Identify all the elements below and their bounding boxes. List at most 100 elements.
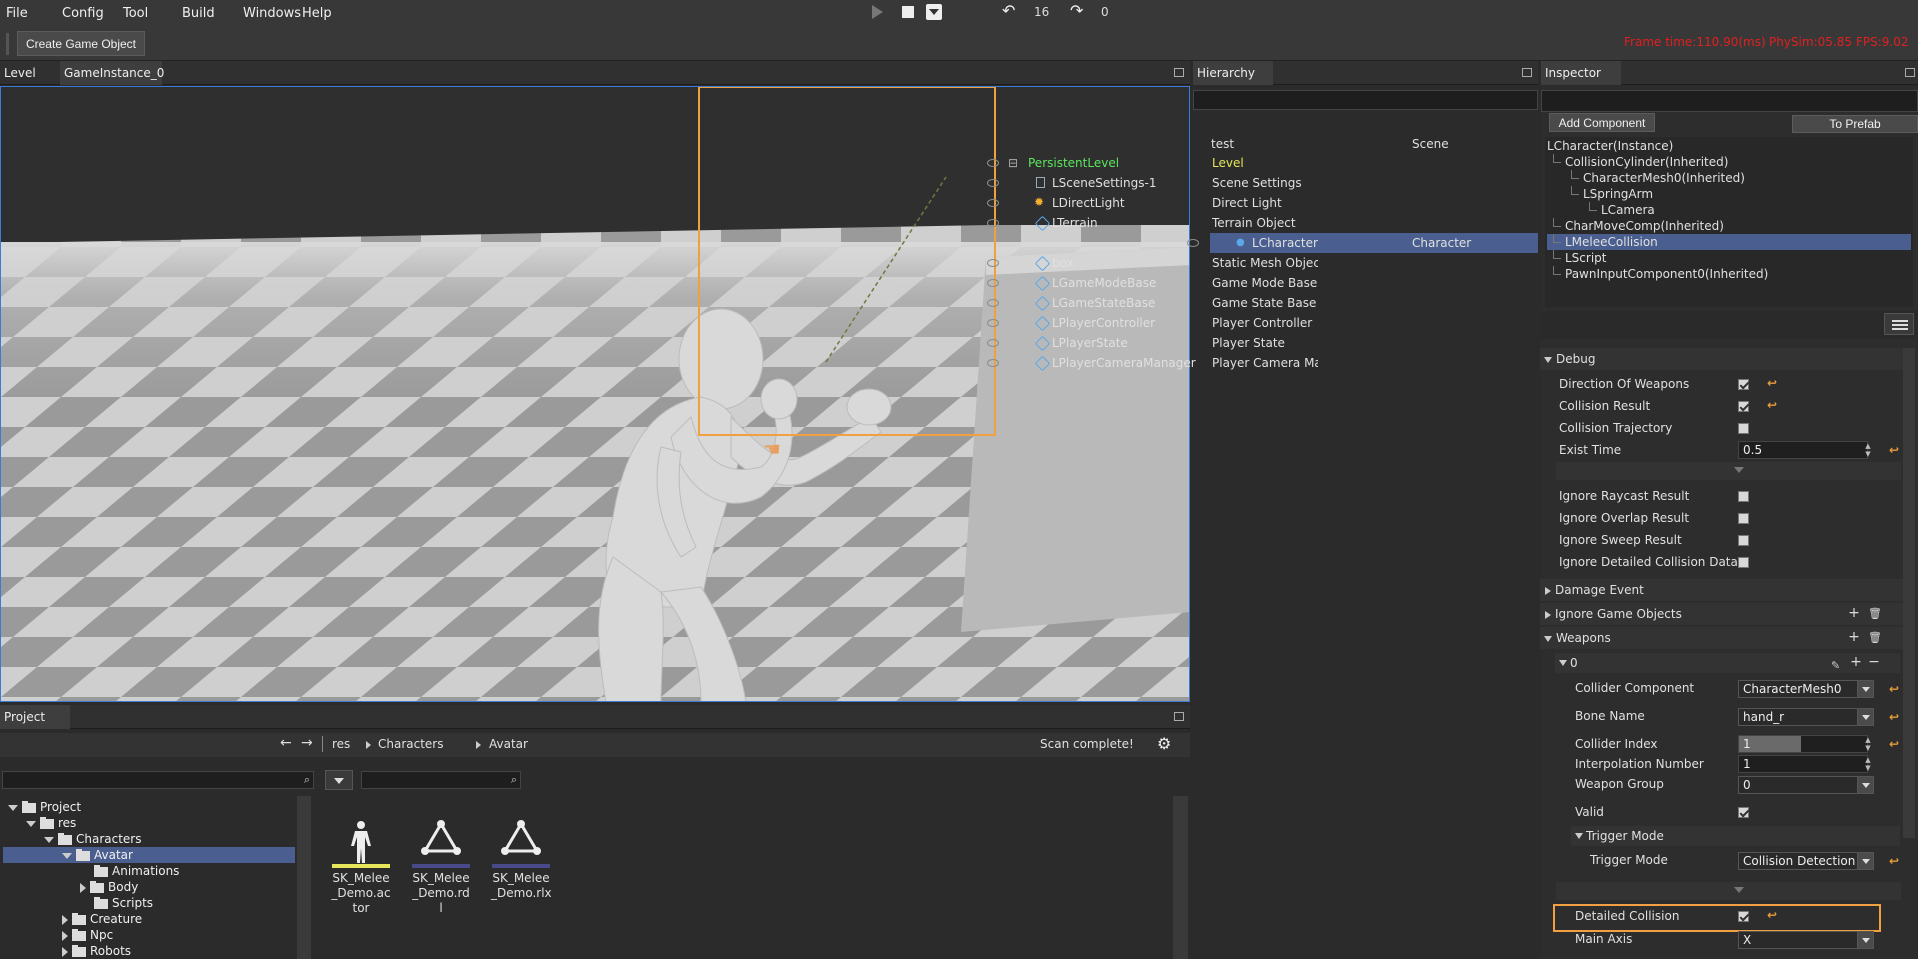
main-axis-select[interactable]: X: [1738, 931, 1874, 949]
expand-row[interactable]: [1556, 882, 1901, 900]
chevron-right-icon[interactable]: [62, 914, 68, 925]
add-icon[interactable]: +: [1850, 655, 1862, 669]
chevron-right-icon[interactable]: [80, 882, 86, 893]
hierarchy-row[interactable]: LTerrain Terrain Object: [978, 213, 1538, 233]
project-tree-node[interactable]: Animations: [80, 863, 179, 879]
hierarchy-row[interactable]: LSceneSettings-1 Scene Settings: [978, 173, 1538, 193]
collider-index-field[interactable]: 1: [1738, 735, 1868, 753]
trash-icon[interactable]: 🗑: [1868, 632, 1882, 644]
component-tree-item[interactable]: CharacterMesh0(Inherited): [1547, 170, 1911, 186]
ignore-detailed-checkbox[interactable]: [1738, 557, 1749, 568]
component-tree-item[interactable]: PawnInputComponent0(Inherited): [1547, 266, 1911, 282]
hierarchy-row[interactable]: ● LCharacter Character: [1187, 233, 1538, 253]
trash-icon[interactable]: 🗑: [1868, 608, 1882, 620]
chevron-down-icon[interactable]: [44, 836, 54, 843]
tab-game-instance[interactable]: GameInstance_0: [60, 61, 164, 85]
ignore-raycast-checkbox[interactable]: [1738, 491, 1749, 502]
spinner-icon[interactable]: ▲ ▼: [1864, 442, 1872, 458]
project-tree-node[interactable]: Npc: [62, 927, 113, 943]
project-tree-node[interactable]: Characters: [44, 831, 142, 847]
expand-row[interactable]: [1556, 462, 1901, 480]
component-tree-item[interactable]: LSpringArm: [1547, 186, 1911, 202]
chevron-down-icon[interactable]: [26, 820, 36, 827]
breadcrumb-characters[interactable]: Characters: [378, 737, 444, 751]
breadcrumb-res[interactable]: res: [332, 737, 350, 751]
component-tree-item[interactable]: CollisionCylinder(Inherited): [1547, 154, 1911, 170]
asset-tile[interactable]: SK_Melee _Demo.ac tor: [331, 818, 391, 958]
valid-checkbox[interactable]: [1738, 807, 1749, 818]
project-tree-node[interactable]: Avatar: [62, 847, 133, 863]
spinner-icon[interactable]: ▲ ▼: [1864, 756, 1872, 772]
play-icon[interactable]: [872, 5, 883, 19]
collision-result-checkbox[interactable]: [1738, 401, 1749, 412]
menu-build[interactable]: Build: [182, 6, 215, 21]
project-tree-search-input[interactable]: ⌕: [2, 771, 314, 789]
trigger-mode-select[interactable]: Collision Detection: [1738, 852, 1874, 870]
menu-tool[interactable]: Tool: [123, 6, 148, 21]
project-tree-node[interactable]: res: [26, 815, 76, 831]
visibility-eye-icon[interactable]: [987, 199, 999, 207]
visibility-eye-icon[interactable]: [987, 299, 999, 307]
debug-section-header[interactable]: Debug: [1540, 348, 1910, 370]
visibility-eye-icon[interactable]: [987, 179, 999, 187]
visibility-eye-icon[interactable]: [987, 339, 999, 347]
pause-dropdown-icon[interactable]: [926, 4, 942, 20]
menu-lines-icon[interactable]: [1884, 313, 1914, 335]
detailed-collision-checkbox[interactable]: [1738, 911, 1749, 922]
component-tree-item[interactable]: LMeleeCollision: [1547, 234, 1911, 250]
hierarchy-row[interactable]: LPlayerController Player Controller: [978, 313, 1538, 333]
reset-icon[interactable]: ↩: [1889, 737, 1899, 751]
menu-windows[interactable]: Windows: [243, 6, 301, 21]
remove-icon[interactable]: −: [1868, 655, 1880, 669]
visibility-eye-icon[interactable]: [987, 319, 999, 327]
spinner-icon[interactable]: ▲ ▼: [1864, 736, 1872, 752]
visibility-eye-icon[interactable]: [987, 279, 999, 287]
chevron-right-icon[interactable]: [62, 946, 68, 957]
visibility-eye-icon[interactable]: [1187, 239, 1199, 247]
exist-time-field[interactable]: 0.5: [1738, 441, 1868, 459]
visibility-eye-icon[interactable]: [987, 259, 999, 267]
reset-icon[interactable]: ↩: [1889, 682, 1899, 696]
inspector-search-input[interactable]: [1541, 90, 1918, 112]
hierarchy-row[interactable]: LPlayerCameraManager Player Camera Manag: [978, 353, 1538, 373]
component-tree-item[interactable]: LCamera: [1547, 202, 1911, 218]
tab-hierarchy[interactable]: Hierarchy: [1193, 61, 1273, 85]
filter-dropdown[interactable]: [325, 770, 353, 790]
hierarchy-row[interactable]: box Static Mesh Object: [978, 253, 1538, 273]
asset-tile[interactable]: SK_Melee _Demo.rd l: [411, 818, 471, 958]
add-icon[interactable]: +: [1848, 630, 1860, 644]
project-tree-node[interactable]: Creature: [62, 911, 142, 927]
reset-icon[interactable]: ↩: [1889, 710, 1899, 724]
interpolation-number-field[interactable]: 1: [1738, 755, 1868, 773]
add-icon[interactable]: +: [1848, 606, 1860, 620]
project-tree-node[interactable]: Body: [80, 879, 138, 895]
breadcrumb-avatar[interactable]: Avatar: [489, 737, 528, 751]
hierarchy-row[interactable]: LPlayerState Player State: [978, 333, 1538, 353]
back-arrow-icon[interactable]: ←: [280, 735, 292, 751]
visibility-eye-icon[interactable]: [987, 219, 999, 227]
asset-scrollbar[interactable]: [1173, 796, 1188, 959]
add-component-button[interactable]: Add Component: [1549, 113, 1655, 132]
project-tree-scrollbar[interactable]: [297, 796, 311, 959]
reset-icon[interactable]: ↩: [1767, 908, 1777, 922]
dock-icon[interactable]: [1522, 68, 1532, 77]
inspector-scrollbar[interactable]: [1903, 348, 1915, 838]
menu-config[interactable]: Config: [62, 6, 104, 21]
gear-icon[interactable]: ⚙: [1157, 734, 1171, 753]
hierarchy-row[interactable]: LGameModeBase Game Mode Base: [978, 273, 1538, 293]
dock-icon[interactable]: [1905, 68, 1915, 77]
reset-icon[interactable]: ↩: [1767, 398, 1777, 412]
chevron-down-icon[interactable]: [62, 852, 72, 859]
create-game-object-button[interactable]: Create Game Object: [17, 31, 145, 56]
edit-icon[interactable]: ✎: [1831, 656, 1840, 676]
hierarchy-search-input[interactable]: [1193, 90, 1538, 110]
chevron-down-icon[interactable]: [8, 804, 18, 811]
ignore-game-objects-section-header[interactable]: Ignore Game Objects + 🗑: [1540, 603, 1910, 625]
project-tree-node[interactable]: Robots: [62, 943, 131, 959]
dock-icon[interactable]: [1174, 68, 1184, 77]
tab-level[interactable]: Level: [0, 61, 40, 85]
chevron-right-icon[interactable]: [62, 930, 68, 941]
menu-file[interactable]: File: [6, 6, 28, 21]
weapon-0-header[interactable]: 0 ✎ + −: [1555, 653, 1900, 673]
bone-name-select[interactable]: hand_r: [1738, 708, 1874, 726]
